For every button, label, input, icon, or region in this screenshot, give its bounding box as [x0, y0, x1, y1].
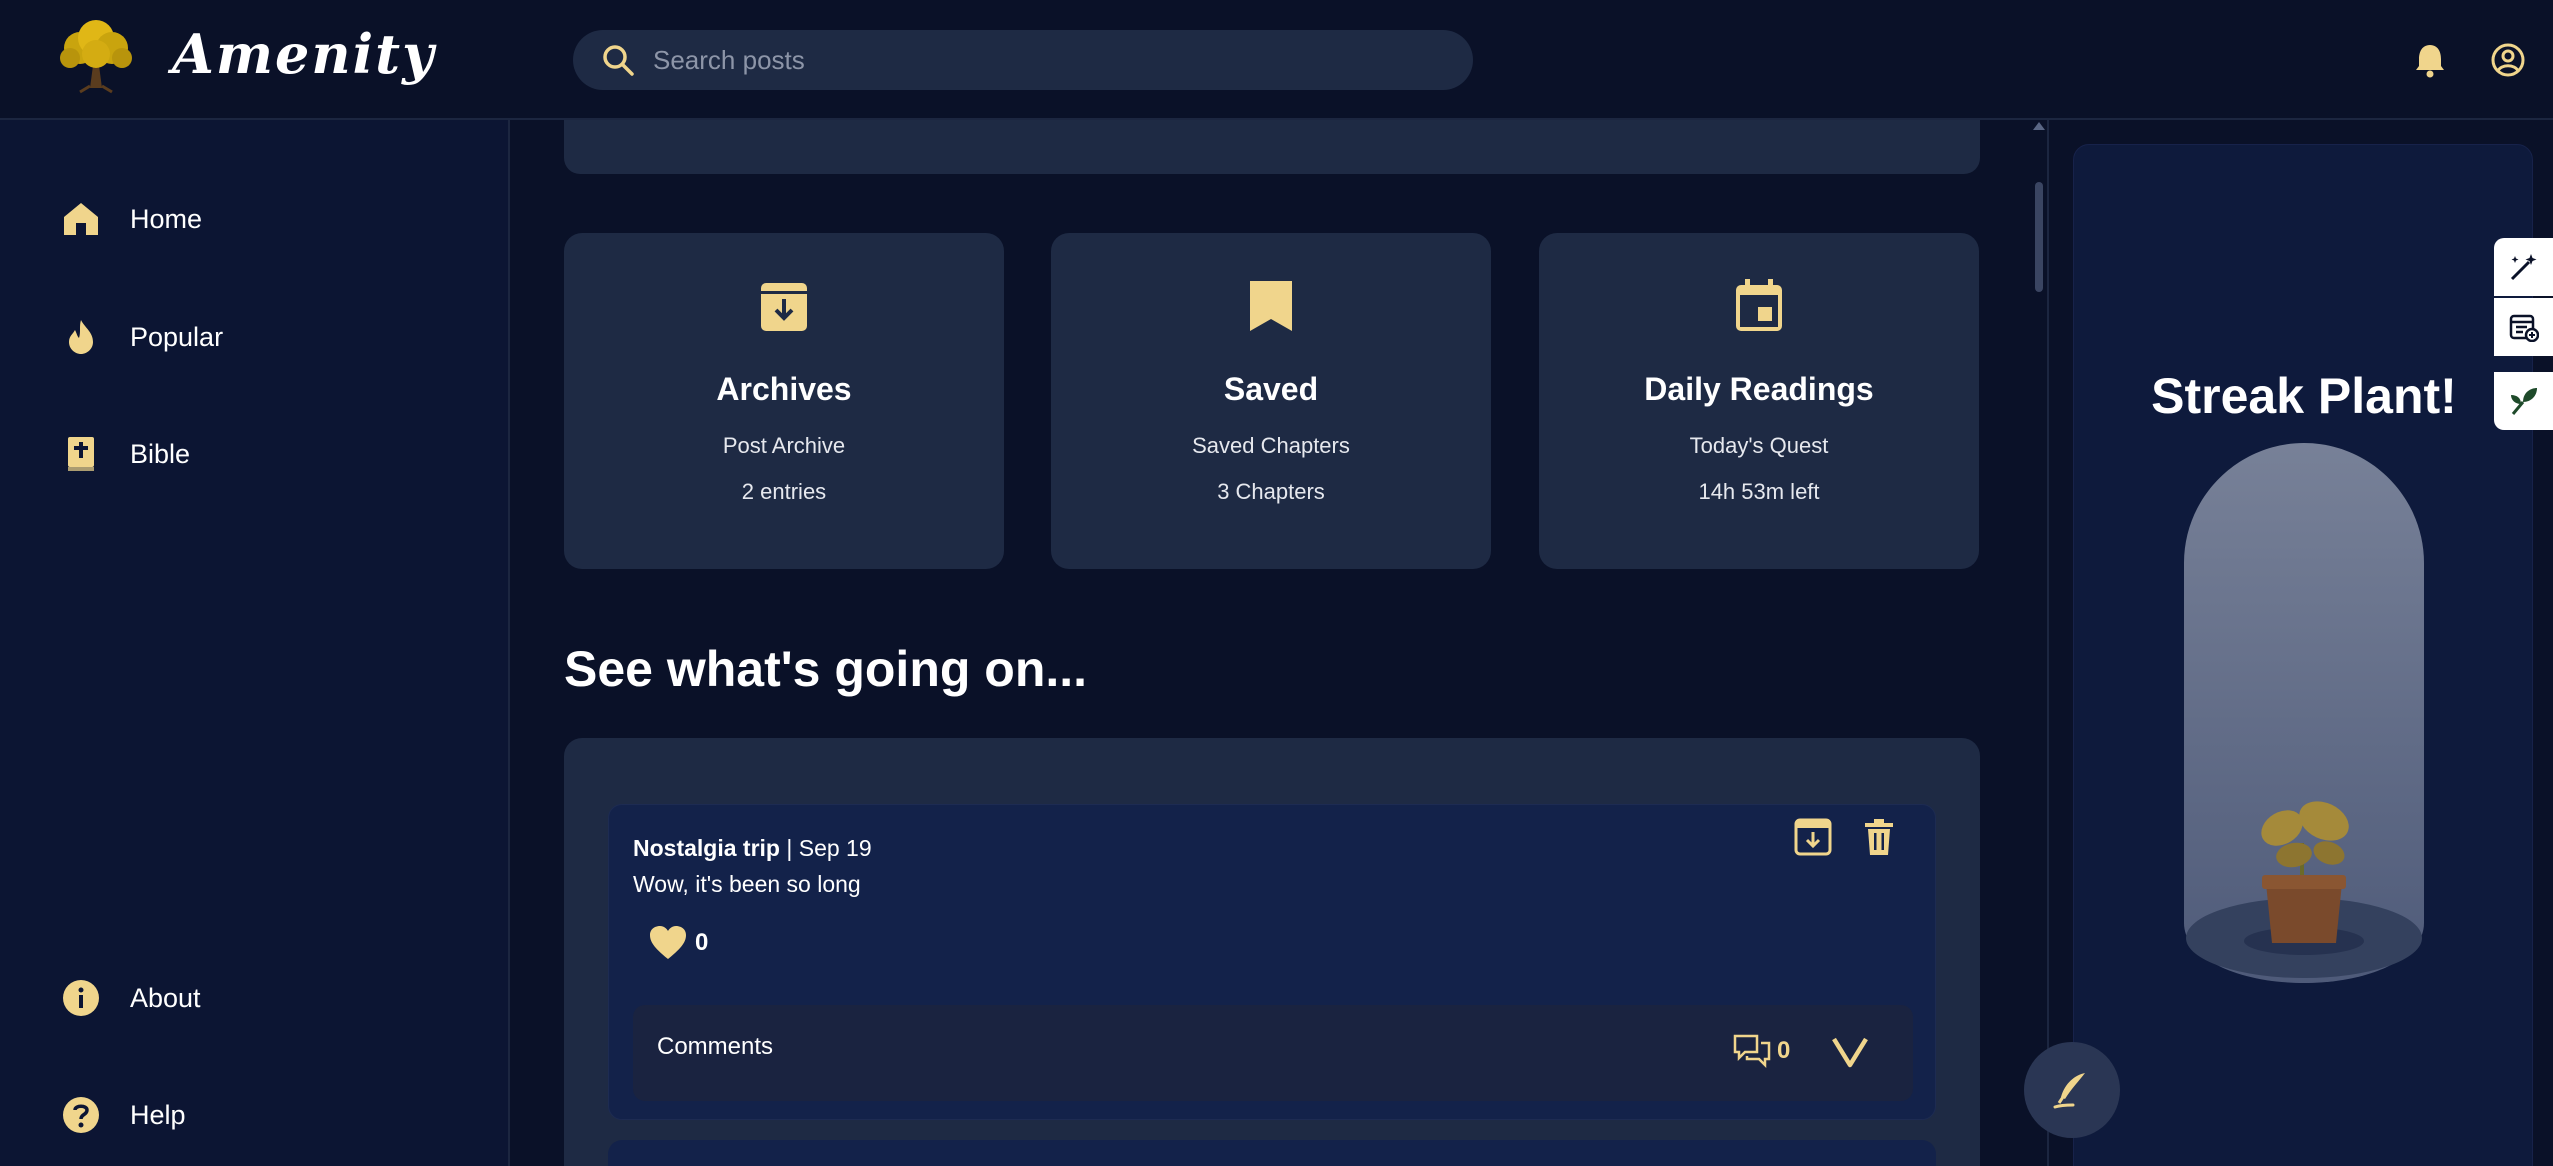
help-icon [60, 1094, 102, 1136]
like-count: 0 [695, 929, 709, 956]
heart-icon [650, 926, 686, 959]
sidebar-item-about[interactable]: About [60, 973, 201, 1023]
sidebar-item-bible[interactable]: Bible [60, 429, 190, 479]
comments-label: Comments [657, 1033, 774, 1060]
calendar-icon [1736, 279, 1782, 331]
card-subtitle: Today's Quest [1689, 433, 1829, 458]
post-card[interactable] [608, 1140, 1936, 1166]
sidebar-item-help[interactable]: Help [60, 1090, 186, 1140]
plant-dome-illustration [2184, 443, 2424, 983]
card-daily-readings[interactable]: Daily Readings Today's Quest 14h 53m lef… [1539, 233, 1979, 569]
scrollbar-thumb[interactable] [2035, 182, 2043, 292]
card-title: Saved [1223, 371, 1319, 407]
top-card [564, 120, 1980, 174]
bell-icon[interactable] [2410, 40, 2450, 80]
like-button[interactable]: 0 [649, 925, 708, 961]
sidebar-item-label: About [130, 982, 201, 1013]
quill-icon [2053, 1073, 2085, 1109]
card-title: Daily Readings [1644, 371, 1874, 407]
tree-logo-icon[interactable] [50, 18, 142, 94]
archive-icon [761, 283, 807, 331]
info-icon [60, 977, 102, 1019]
top-header: Amenity [0, 0, 2553, 120]
comments-count: 0 [1777, 1037, 1791, 1064]
streak-plant-panel: Streak Plant! [2073, 144, 2533, 1166]
delete-post-button[interactable] [1859, 817, 1899, 857]
comments-bar[interactable]: Comments 0 [633, 1005, 1913, 1101]
flame-icon [60, 316, 102, 358]
main-content: Archives Post Archive 2 entries Saved Sa… [512, 120, 2045, 1166]
section-title: See what's going on... [564, 641, 1088, 697]
scroll-up-arrow-icon[interactable] [2033, 122, 2045, 130]
calendar-plus-icon [2509, 314, 2539, 342]
card-subtitle: Saved Chapters [1192, 433, 1350, 458]
sidebar-item-popular[interactable]: Popular [60, 312, 223, 362]
post-separator: | [779, 835, 799, 861]
home-icon [60, 198, 102, 240]
sidebar-item-label: Popular [130, 321, 224, 352]
compose-post-button[interactable] [2024, 1042, 2120, 1138]
card-title: Archives [716, 371, 852, 407]
search-bar[interactable] [573, 30, 1473, 90]
sprout-icon [2510, 388, 2537, 415]
bible-icon [60, 433, 102, 475]
sidebar-item-label: Home [130, 203, 203, 234]
plant-tool-button[interactable] [2494, 372, 2553, 430]
chevron-down-icon[interactable] [1831, 1035, 1869, 1069]
search-input[interactable] [653, 44, 1433, 76]
card-meta: 3 Chapters [1217, 479, 1325, 504]
post-header: Nostalgia trip | Sep 19 [633, 835, 872, 862]
wand-edit-icon [2510, 254, 2536, 281]
plant-title: Streak Plant! [2151, 368, 2457, 424]
account-icon[interactable] [2488, 40, 2528, 80]
side-toolbar [2494, 238, 2553, 432]
post-body: Wow, it's been so long [633, 871, 861, 897]
reading-plan-button[interactable] [2494, 298, 2553, 356]
sidebar-item-label: Help [130, 1099, 186, 1130]
search-icon [603, 45, 634, 76]
sidebar: Home Popular Bible About Help [0, 120, 510, 1166]
card-meta: 14h 53m left [1698, 479, 1820, 504]
sidebar-item-home[interactable]: Home [60, 194, 202, 244]
feed-container: Nostalgia trip | Sep 19 Wow, it's been s… [564, 738, 1980, 1166]
comment-icon [1733, 1034, 1771, 1069]
archive-post-button[interactable] [1793, 817, 1833, 857]
bookmark-icon [1250, 281, 1292, 331]
card-subtitle: Post Archive [722, 433, 846, 458]
post-card[interactable]: Nostalgia trip | Sep 19 Wow, it's been s… [608, 804, 1936, 1120]
edit-tool-button[interactable] [2494, 238, 2553, 296]
card-saved[interactable]: Saved Saved Chapters 3 Chapters [1051, 233, 1491, 569]
post-title: Nostalgia trip [633, 835, 780, 861]
right-panel: Streak Plant! [2047, 120, 2553, 1166]
card-archives[interactable]: Archives Post Archive 2 entries [564, 233, 1004, 569]
card-meta: 2 entries [741, 479, 827, 504]
archive-icon [1794, 818, 1832, 856]
post-date: Sep 19 [798, 835, 872, 861]
app-brand[interactable]: Amenity [172, 22, 436, 86]
trash-icon [1865, 819, 1893, 855]
sidebar-item-label: Bible [130, 438, 191, 469]
